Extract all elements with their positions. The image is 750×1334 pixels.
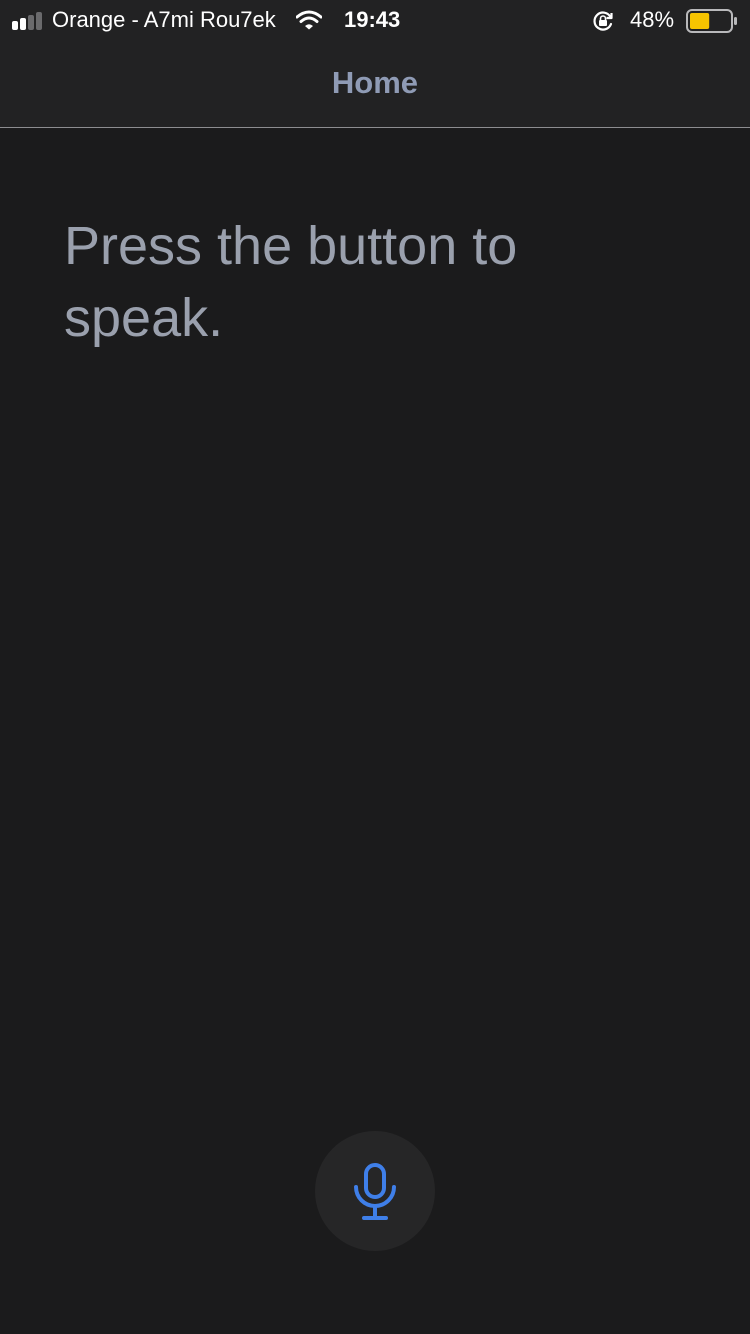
signal-icon <box>12 12 42 30</box>
wifi-icon <box>296 10 322 30</box>
carrier-name: Orange - A7mi Rou7ek <box>52 7 276 32</box>
status-bar: Orange - A7mi Rou7ek 19:43 48% <box>0 0 750 40</box>
rotation-lock-icon <box>593 11 613 31</box>
speak-prompt: Press the button to speak. <box>64 216 518 348</box>
clock: 19:43 <box>344 7 401 32</box>
page-title: Home <box>331 65 419 100</box>
microphone-icon <box>354 1163 396 1220</box>
battery-icon <box>686 9 737 33</box>
battery-percentage: 48% <box>630 7 675 32</box>
microphone-button[interactable] <box>315 1131 435 1251</box>
navigation-bar: Home <box>0 40 750 128</box>
